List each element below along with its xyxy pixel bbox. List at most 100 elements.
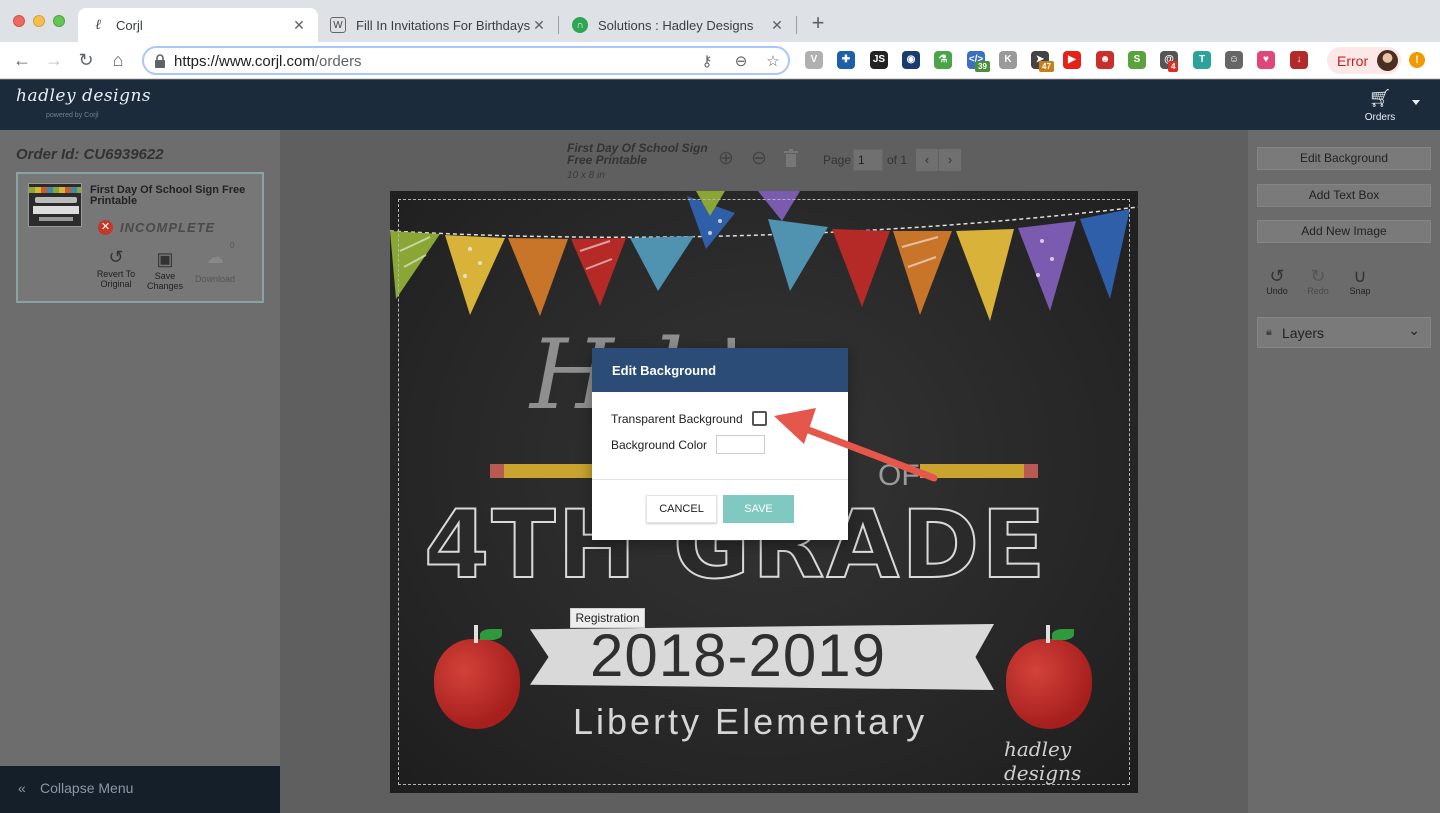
chevron-down-icon: ⌄: [1408, 322, 1420, 338]
tab-separator: [558, 16, 559, 34]
close-icon[interactable]: ✕: [530, 17, 548, 34]
status-badge: ✕ INCOMPLETE: [98, 220, 215, 235]
browser-tab-corjl[interactable]: ℓ Corjl ✕: [78, 8, 318, 42]
lock-icon: 🔒︎: [1266, 326, 1272, 338]
modal-title: Edit Background: [612, 363, 717, 378]
shopify-icon[interactable]: S: [1128, 51, 1146, 69]
modal-header: Edit Background: [592, 348, 848, 392]
double-chevron-left-icon: «: [18, 780, 26, 796]
corjl-favicon-icon: ℓ: [95, 16, 101, 33]
magnet-icon: ∪: [1353, 266, 1367, 286]
app-header: hadley designs powered by Corjl 🛒︎ Order…: [0, 80, 1440, 130]
heart-icon[interactable]: ♥: [1257, 51, 1275, 69]
window-close-button[interactable]: [13, 15, 25, 27]
status-text: INCOMPLETE: [120, 220, 216, 235]
orders-button[interactable]: 🛒︎ Orders: [1362, 87, 1398, 123]
revert-button[interactable]: ↺ Revert To Original: [91, 248, 141, 289]
save-changes-label: Save Changes: [146, 271, 184, 291]
layers-dropdown[interactable]: 🔒︎ Layers ⌄: [1257, 317, 1431, 348]
avatar: [1377, 50, 1398, 71]
extension-badge: 39: [975, 61, 990, 72]
collapse-label: Collapse Menu: [40, 780, 134, 796]
order-card[interactable]: First Day Of School Sign Free Printable …: [16, 172, 264, 303]
download-box-icon[interactable]: ↓: [1290, 51, 1308, 69]
youtube-icon[interactable]: ▶: [1063, 51, 1081, 69]
shirt-icon[interactable]: T: [1193, 51, 1211, 69]
url-text: https://www.corjl.com/orders: [174, 53, 362, 70]
collapse-menu-button[interactable]: « Collapse Menu: [0, 766, 280, 813]
layers-label: Layers: [1282, 325, 1325, 341]
snap-button[interactable]: ∪ Snap: [1345, 266, 1375, 296]
browser-tab-invitations[interactable]: W Fill In Invitations For Birthdays, ✕: [318, 8, 558, 42]
orders-label: Orders: [1364, 112, 1396, 123]
next-page-icon[interactable]: ›: [939, 149, 961, 171]
redo-label: Redo: [1307, 286, 1329, 296]
undo-button[interactable]: ↺ Undo: [1262, 266, 1292, 296]
background-color-label: Background Color: [611, 438, 708, 452]
bookmark-star-icon[interactable]: ☆: [764, 53, 782, 71]
address-bar[interactable]: https://www.corjl.com/orders ⚷ ⊖ ☆: [142, 46, 790, 75]
new-tab-button[interactable]: +: [808, 12, 828, 34]
download-label: Download: [194, 274, 236, 284]
background-color-input[interactable]: [716, 435, 765, 454]
save-button[interactable]: SAVE: [723, 495, 794, 523]
lock-icon: [155, 54, 165, 68]
cart-icon: 🛒︎: [1368, 88, 1392, 108]
flask-icon[interactable]: ⚗: [934, 51, 952, 69]
js-icon[interactable]: JS: [870, 51, 888, 69]
edit-background-button[interactable]: Edit Background: [1257, 147, 1431, 170]
robot-icon[interactable]: ☺: [1225, 51, 1243, 69]
hadley-logo[interactable]: hadley designs: [16, 86, 151, 106]
page-number-input[interactable]: 1: [853, 149, 883, 171]
profile-error-button[interactable]: Error: [1327, 47, 1401, 74]
w-favicon-icon: W: [330, 17, 346, 33]
close-icon[interactable]: ✕: [290, 17, 308, 34]
browser-tab-solutions[interactable]: ∩ Solutions : Hadley Designs ✕: [560, 8, 796, 42]
page-label: Page: [823, 153, 852, 167]
redo-icon: ↻: [1310, 266, 1326, 286]
right-panel: Edit Background Add Text Box Add New Ima…: [1248, 130, 1440, 813]
revert-label: Revert To Original: [96, 269, 136, 289]
eye-icon[interactable]: ◉: [902, 51, 920, 69]
zoom-in-icon[interactable]: ⊕: [715, 148, 737, 170]
product-title: First Day Of School Sign Free Printable: [90, 184, 246, 207]
save-changes-button[interactable]: ▣ Save Changes: [140, 250, 190, 291]
download-button[interactable]: ☁ Download: [190, 248, 240, 284]
cloud-download-icon: ☁: [206, 247, 224, 267]
window-zoom-button[interactable]: [53, 15, 65, 27]
tab-title: Solutions : Hadley Designs: [598, 17, 754, 33]
back-arrow-icon[interactable]: ←: [11, 49, 33, 71]
prev-page-icon[interactable]: ‹: [916, 149, 938, 171]
monster-icon[interactable]: ☻: [1096, 51, 1114, 69]
k-icon[interactable]: K: [999, 51, 1017, 69]
product-thumbnail[interactable]: [28, 183, 82, 227]
forward-arrow-icon[interactable]: →: [43, 49, 65, 71]
extension-badge: 4: [1168, 61, 1179, 72]
home-icon[interactable]: ⌂: [107, 49, 129, 71]
window-minimize-button[interactable]: [33, 15, 45, 27]
add-text-box-button[interactable]: Add Text Box: [1257, 184, 1431, 207]
reload-icon[interactable]: ↻: [75, 49, 97, 71]
v-shield-icon[interactable]: V: [805, 51, 823, 69]
crosshair-icon[interactable]: ✚: [837, 51, 855, 69]
document-size: 10 x 8 in: [567, 170, 605, 181]
revert-icon: ↺: [108, 247, 124, 267]
transparent-background-checkbox[interactable]: [752, 411, 767, 426]
add-new-image-button[interactable]: Add New Image: [1257, 220, 1431, 243]
redo-button[interactable]: ↻ Redo: [1303, 266, 1333, 296]
cancel-button[interactable]: CANCEL: [646, 495, 717, 523]
save-icon: ▣: [156, 249, 174, 269]
extension-badge: 47: [1039, 61, 1054, 72]
snap-label: Snap: [1349, 286, 1371, 296]
chevron-down-icon[interactable]: [1412, 100, 1420, 105]
transparent-background-label: Transparent Background: [611, 412, 743, 426]
tab-title: Fill In Invitations For Birthdays,: [356, 17, 530, 33]
order-id: Order Id: CU6939622: [16, 146, 164, 163]
zoom-icon[interactable]: ⊖: [732, 53, 750, 71]
zoom-out-icon[interactable]: ⊖: [748, 148, 770, 170]
undo-label: Undo: [1266, 286, 1288, 296]
close-icon[interactable]: ✕: [768, 17, 786, 34]
warning-icon[interactable]: !: [1409, 52, 1425, 68]
key-icon[interactable]: ⚷: [698, 53, 716, 71]
trash-icon[interactable]: [780, 148, 802, 170]
